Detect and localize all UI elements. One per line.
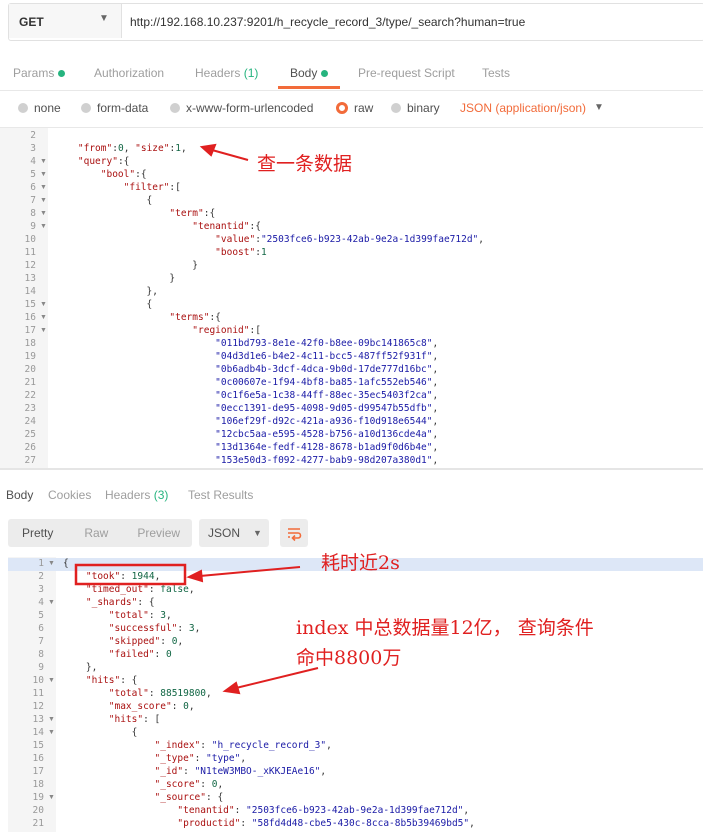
annotation-total-line1: index 中总数据量12亿， 查询条件	[296, 617, 594, 639]
arrow-query-one-head	[199, 143, 217, 157]
took-highlight-box	[74, 563, 187, 586]
arrow-total	[235, 667, 319, 689]
annotation-took: 耗时近2s	[321, 552, 400, 574]
arrow-total-head	[222, 681, 241, 695]
annotation-total-line2: 命中8800万	[296, 647, 402, 669]
arrow-query-one	[211, 149, 249, 161]
annotation-overlay	[74, 143, 319, 695]
arrow-took-head	[186, 569, 204, 583]
annotation-query-one: 查一条数据	[257, 153, 353, 175]
arrow-took	[199, 566, 301, 577]
